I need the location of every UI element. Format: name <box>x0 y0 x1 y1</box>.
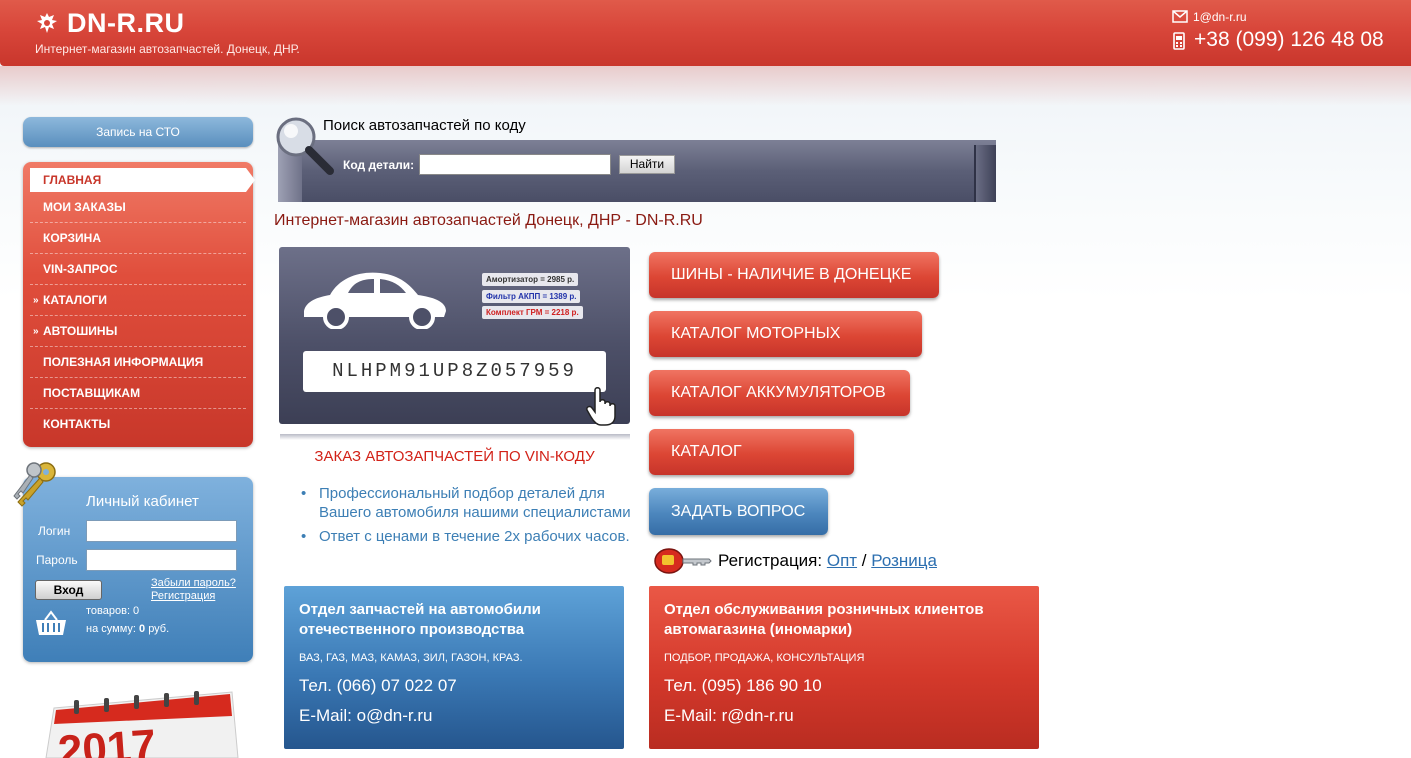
menu-item-cart[interactable]: КОРЗИНА <box>30 223 246 254</box>
registration-label: Регистрация: <box>718 551 823 570</box>
menu-item-catalogs[interactable]: » КАТАЛОГИ <box>30 285 246 316</box>
menu-item-tires[interactable]: » АВТОШИНЫ <box>30 316 246 347</box>
department-title: Отдел обслуживания розничных клиентов ав… <box>664 601 984 638</box>
password-label: Пароль <box>36 553 78 567</box>
menu-item-contacts[interactable]: КОНТАКТЫ <box>30 409 246 440</box>
banner-reflection <box>280 434 630 440</box>
login-label: Логин <box>38 524 71 538</box>
hand-cursor-icon <box>586 387 616 426</box>
password-input[interactable] <box>86 549 237 571</box>
chevron-right-icon: » <box>33 326 39 337</box>
header-glow <box>0 66 1411 106</box>
cabinet-title: Личный кабинет <box>86 493 199 510</box>
site-logo[interactable]: DN-R.RU <box>67 8 185 39</box>
vin-code-display: NLHPM91UP8Z057959 <box>303 351 606 392</box>
search-panel-edge-right <box>974 145 996 202</box>
tires-in-stock-button[interactable]: ШИНЫ - НАЛИЧИЕ В ДОНЕЦКЕ <box>649 252 939 298</box>
car-key-icon <box>654 548 712 574</box>
menu-item-home[interactable]: ГЛАВНАЯ <box>30 168 255 192</box>
car-icon <box>304 272 446 329</box>
mail-icon <box>1172 10 1188 23</box>
search-title: Поиск автозапчастей по коду <box>323 117 526 134</box>
login-button[interactable]: Вход <box>35 580 102 600</box>
department-phone[interactable]: Тел. (066) 07 022 07 <box>299 676 609 696</box>
menu-item-suppliers[interactable]: ПОСТАВЩИКАМ <box>30 378 246 409</box>
price-tag: Фильтр АКПП = 1389 р. <box>482 290 581 303</box>
menu-item-my-orders[interactable]: МОИ ЗАКАЗЫ <box>30 192 246 223</box>
vin-benefits-list: Профессиональный подбор деталей для Ваше… <box>300 484 645 551</box>
cart-sum: на сумму: 0 руб. <box>86 623 169 635</box>
battery-catalog-button[interactable]: КАТАЛОГ АККУМУЛЯТОРОВ <box>649 370 910 416</box>
department-brands: ВАЗ, ГАЗ, МАЗ, КАМАЗ, ЗИЛ, ГАЗОН, КРАЗ. <box>299 652 523 664</box>
register-link[interactable]: Регистрация <box>151 590 215 602</box>
ask-question-button[interactable]: ЗАДАТЬ ВОПРОС <box>649 488 828 535</box>
motor-oil-catalog-button[interactable]: КАТАЛОГ МОТОРНЫХ МАСЕЛ <box>649 311 922 388</box>
eagle-emblem-icon <box>37 13 57 33</box>
forgot-password-link[interactable]: Забыли пароль? <box>151 577 236 589</box>
autolamp-catalog-button[interactable]: КАТАЛОГ АВТОЛАМП <box>649 429 854 506</box>
department-email[interactable]: E-Mail: o@dn-r.ru <box>299 706 609 726</box>
header-email[interactable]: 1@dn-r.ru <box>1193 10 1247 24</box>
cart-items-count: товаров: 0 <box>86 605 140 617</box>
registration-line: Регистрация: Опт / Розница <box>718 551 937 571</box>
cart-sum-suffix: руб. <box>148 623 170 635</box>
price-tag: Амортизатор = 2985 р. <box>482 273 579 286</box>
page-title: Интернет-магазин автозапчастей Донецк, Д… <box>274 212 703 229</box>
phone-icon <box>1173 32 1185 50</box>
menu-item-useful-info[interactable]: ПОЛЕЗНАЯ ИНФОРМАЦИЯ <box>30 347 246 378</box>
menu-item-label: КАТАЛОГИ <box>43 293 107 307</box>
department-title: Отдел запчастей на автомобили отечествен… <box>299 601 541 638</box>
site-subtitle: Интернет-магазин автозапчастей. Донецк, … <box>35 42 300 56</box>
search-button[interactable]: Найти <box>619 155 675 174</box>
wholesale-register-link[interactable]: Опт <box>827 551 857 570</box>
sto-booking-button[interactable]: Запись на СТО <box>23 117 253 147</box>
basket-icon <box>36 610 66 635</box>
part-code-input[interactable] <box>419 154 611 175</box>
department-email[interactable]: E-Mail: r@dn-r.ru <box>664 706 1024 726</box>
registration-separator: / <box>861 551 867 570</box>
retail-clients-department: Отдел обслуживания розничных клиентов ав… <box>649 586 1039 749</box>
part-code-label: Код детали: <box>343 158 415 172</box>
list-item: Ответ с ценами в течение 2х рабочих часо… <box>300 527 645 546</box>
list-item: Профессиональный подбор деталей для Ваше… <box>300 484 645 522</box>
cart-sum-value: 0 <box>139 623 146 635</box>
cart-sum-prefix: на сумму: <box>86 623 136 635</box>
department-phone[interactable]: Тел. (095) 186 90 10 <box>664 676 1024 696</box>
keys-icon <box>13 462 56 507</box>
login-input[interactable] <box>86 520 237 542</box>
menu-item-vin-request[interactable]: VIN-ЗАПРОС <box>30 254 246 285</box>
price-tag: Комплект ГРМ = 2218 р. <box>482 306 583 319</box>
chevron-right-icon: » <box>33 295 39 306</box>
department-services: ПОДБОР, ПРОДАЖА, КОНСУЛЬТАЦИЯ <box>664 652 865 664</box>
domestic-parts-department: Отдел запчастей на автомобили отечествен… <box>284 586 624 749</box>
retail-register-link[interactable]: Розница <box>871 551 937 570</box>
calendar-year: 2017 <box>56 720 158 758</box>
menu-item-label: АВТОШИНЫ <box>43 324 118 338</box>
vin-order-title[interactable]: ЗАКАЗ АВТОЗАПЧАСТЕЙ ПО VIN-КОДУ <box>279 448 630 465</box>
main-menu: ГЛАВНАЯ МОИ ЗАКАЗЫ КОРЗИНА VIN-ЗАПРОС » К… <box>23 162 255 447</box>
header-phone[interactable]: +38 (099) 126 48 08 <box>1194 28 1384 52</box>
